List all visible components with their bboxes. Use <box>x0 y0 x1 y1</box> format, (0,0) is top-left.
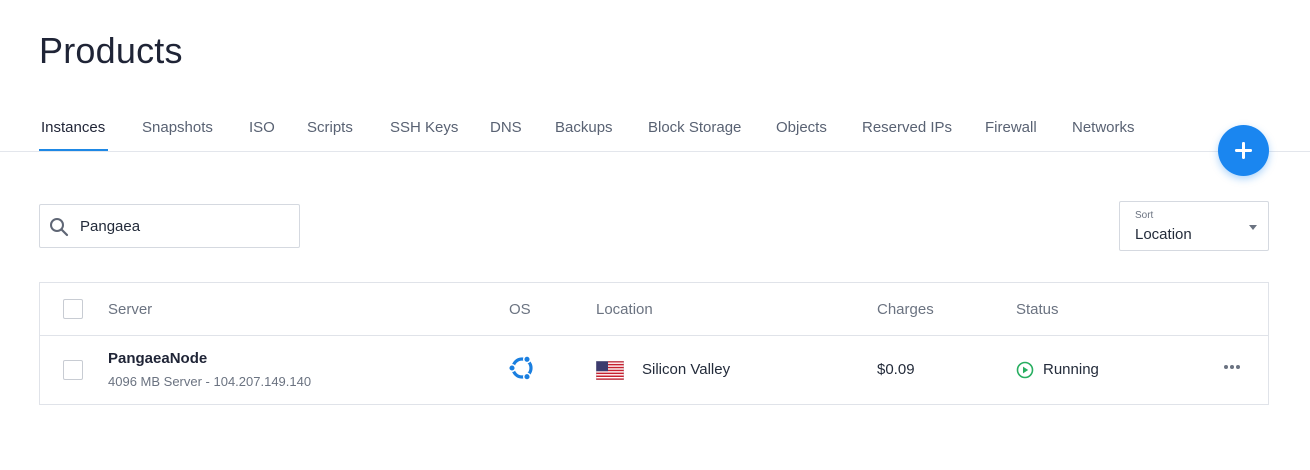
instances-table: Server OS Location Charges Status Pangae… <box>39 282 1269 405</box>
table-row[interactable]: PangaeaNode 4096 MB Server - 104.207.149… <box>40 336 1268 404</box>
search-input[interactable] <box>80 215 290 237</box>
tab-ssh-keys[interactable]: SSH Keys <box>390 119 458 136</box>
table-header: Server OS Location Charges Status <box>40 283 1268 336</box>
tab-dns[interactable]: DNS <box>490 119 522 136</box>
search-box <box>39 204 300 248</box>
select-all-checkbox[interactable] <box>63 299 83 319</box>
tab-snapshots[interactable]: Snapshots <box>142 119 213 136</box>
tab-iso[interactable]: ISO <box>249 119 275 136</box>
plus-icon <box>1235 142 1252 159</box>
product-tabs: Instances Snapshots ISO Scripts SSH Keys… <box>0 100 1310 152</box>
add-product-button[interactable] <box>1218 125 1269 176</box>
location-text: Silicon Valley <box>642 361 731 378</box>
more-horizontal-icon[interactable] <box>1220 356 1244 376</box>
sort-label: Sort <box>1135 210 1154 221</box>
column-header-server[interactable]: Server <box>108 301 152 318</box>
server-name-link[interactable]: PangaeaNode <box>108 350 207 367</box>
tab-block-storage[interactable]: Block Storage <box>648 119 741 136</box>
ubuntu-icon <box>507 355 533 381</box>
sort-value: Location <box>1135 226 1192 243</box>
tab-reserved-ips[interactable]: Reserved IPs <box>862 119 952 136</box>
search-icon <box>50 218 69 237</box>
tab-firewall[interactable]: Firewall <box>985 119 1037 136</box>
charges-value: $0.09 <box>877 361 915 378</box>
tab-scripts[interactable]: Scripts <box>307 119 353 136</box>
page-title: Products <box>39 30 183 71</box>
row-checkbox[interactable] <box>63 360 83 380</box>
column-header-os[interactable]: OS <box>509 301 531 318</box>
status-text: Running <box>1043 361 1099 378</box>
server-details: 4096 MB Server - 104.207.149.140 <box>108 374 312 389</box>
play-circle-icon <box>1016 361 1034 379</box>
tab-instances[interactable]: Instances <box>41 119 105 136</box>
sort-select[interactable]: Sort Location <box>1119 201 1269 251</box>
column-header-status[interactable]: Status <box>1016 301 1059 318</box>
tab-networks[interactable]: Networks <box>1072 119 1135 136</box>
active-tab-indicator <box>39 149 108 151</box>
caret-down-icon <box>1249 225 1257 230</box>
column-header-location[interactable]: Location <box>596 301 653 318</box>
tab-objects[interactable]: Objects <box>776 119 827 136</box>
tab-backups[interactable]: Backups <box>555 119 613 136</box>
column-header-charges[interactable]: Charges <box>877 301 934 318</box>
us-flag-icon <box>596 361 624 380</box>
